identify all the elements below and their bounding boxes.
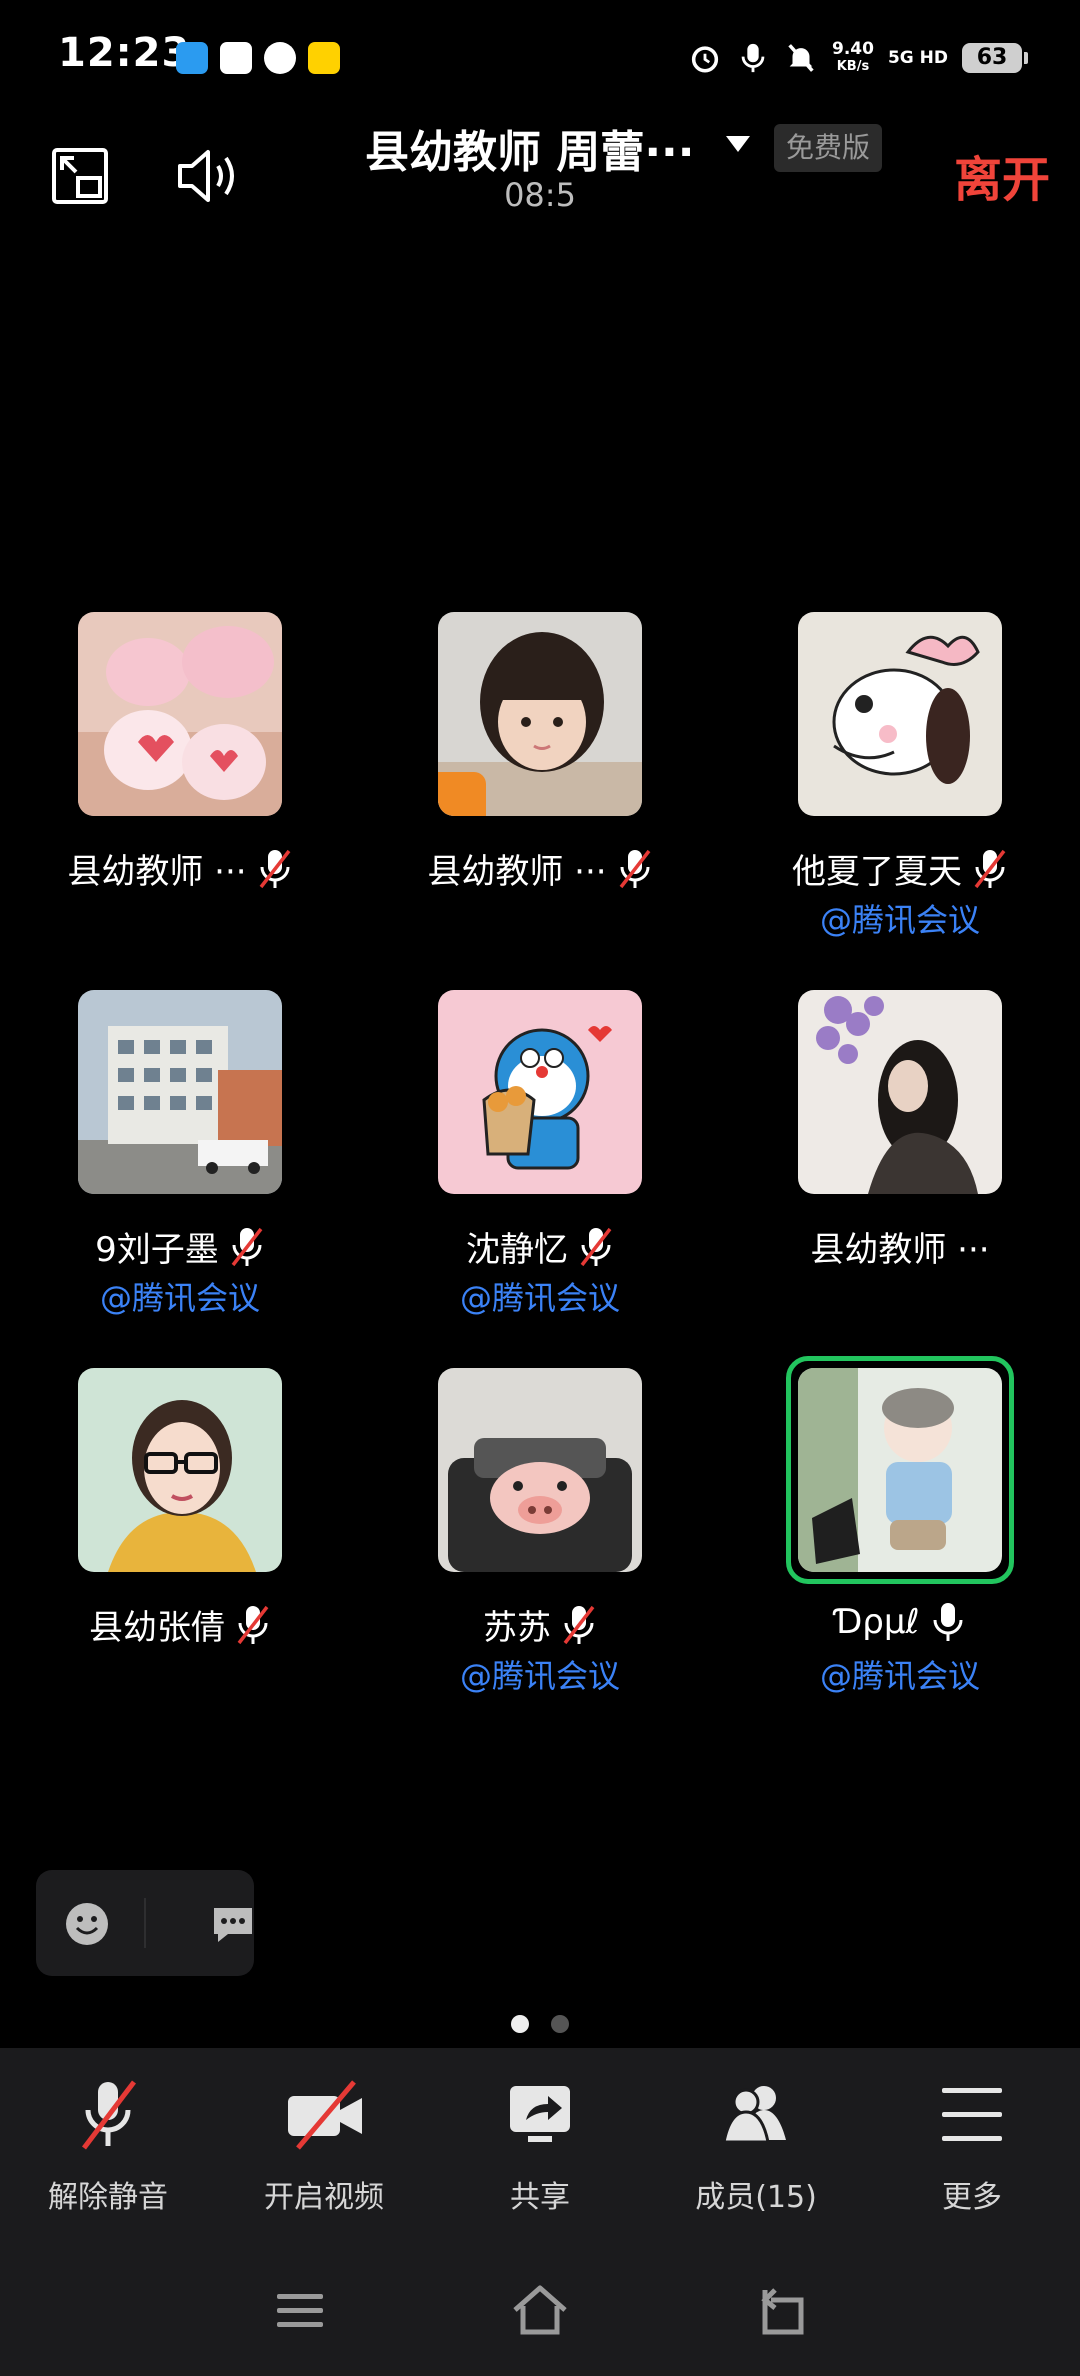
participant-name: 县幼教师 ··· <box>427 852 607 892</box>
meeting-header: 县幼教师 周蕾··· 免费版 08:5 离开 <box>0 116 1080 236</box>
name-row: Ɗρµℓ <box>720 1600 1080 1644</box>
net-speed-unit: KB/s <box>836 59 870 74</box>
avatar <box>78 990 282 1194</box>
name-row: 县幼教师 ··· <box>360 844 720 893</box>
meeting-timer: 08:5 <box>504 176 576 214</box>
participant-source: @腾讯会议 <box>459 1279 620 1317</box>
page-indicator <box>0 2015 1080 2033</box>
plan-badge: 免费版 <box>774 124 883 172</box>
name-row: 沈静忆 <box>360 1222 720 1271</box>
home-icon[interactable] <box>505 2276 575 2346</box>
name-row: 苏苏 <box>360 1600 720 1649</box>
status-indicators: 9.40 KB/s 5G HD 63 <box>688 36 1028 80</box>
mic-muted-icon <box>259 849 290 888</box>
battery-icon: 63 <box>962 43 1028 73</box>
more-button[interactable]: 更多 <box>864 2048 1080 2248</box>
back-icon[interactable] <box>745 2276 815 2346</box>
mic-on-icon <box>933 1603 963 1641</box>
participant-name: 苏苏 <box>483 1608 551 1648</box>
participant-source: @腾讯会议 <box>819 901 980 939</box>
mute-notifications-icon <box>788 44 814 72</box>
start-video-label: 开启视频 <box>264 2180 384 2215</box>
participant-tile[interactable]: 县幼教师 ··· <box>0 612 360 972</box>
participant-tile[interactable]: 沈静忆 @腾讯会议 <box>360 990 720 1350</box>
participant-tile[interactable]: 苏苏 @腾讯会议 <box>360 1368 720 1728</box>
meeting-toolbar: 解除静音 开启视频 共享 成员(15) 更多 <box>0 2048 1080 2248</box>
system-nav-bar <box>0 2248 1080 2376</box>
menu-icon <box>942 2088 1002 2141</box>
mic-muted-icon <box>974 849 1006 888</box>
leave-button[interactable]: 离开 <box>954 140 1050 210</box>
participant-name: 沈静忆 <box>466 1230 568 1270</box>
meeting-title[interactable]: 县幼教师 周蕾··· <box>365 116 694 180</box>
avatar <box>798 612 1002 816</box>
net-speed: 9.40 KB/s <box>832 41 874 75</box>
status-bar: 12:23 9.40 KB/s 5G HD 63 <box>0 0 1080 116</box>
name-row: 县幼教师 ··· <box>720 1222 1080 1271</box>
unmute-label: 解除静音 <box>48 2180 168 2215</box>
mic-muted-icon <box>231 1227 263 1266</box>
status-time: 12:23 <box>58 30 191 76</box>
participant-name: 县幼张倩 <box>89 1608 225 1648</box>
recent-apps-icon[interactable] <box>265 2276 335 2346</box>
chat-icon[interactable] <box>210 1902 256 1946</box>
mic-muted-icon <box>619 849 650 888</box>
net-speed-value: 9.40 <box>832 39 874 59</box>
participant-source: @腾讯会议 <box>459 1657 620 1695</box>
participant-name: 9刘子墨 <box>95 1230 219 1270</box>
chevron-down-icon[interactable] <box>726 136 750 152</box>
participant-name: Ɗρµℓ <box>834 1602 920 1642</box>
start-video-button[interactable]: 开启视频 <box>216 2048 432 2248</box>
host-badge <box>438 772 486 816</box>
participant-tile[interactable]: 他夏了夏天 @腾讯会议 <box>720 612 1080 972</box>
page-dot-active[interactable] <box>511 2015 529 2033</box>
mic-muted-icon <box>563 1605 595 1644</box>
network-type: 5G HD <box>887 47 948 68</box>
avatar <box>798 1368 1002 1572</box>
share-button[interactable]: 共享 <box>432 2048 648 2248</box>
participant-tile[interactable]: 9刘子墨 @腾讯会议 <box>0 990 360 1350</box>
mic-muted-icon <box>82 2080 136 2150</box>
white-square-app-icon <box>220 42 252 74</box>
members-button[interactable]: 成员(15) <box>648 2048 864 2248</box>
participant-name: 县幼教师 ··· <box>810 1230 990 1270</box>
participant-name: 他夏了夏天 <box>792 852 962 892</box>
avatar <box>438 612 642 816</box>
participant-tile[interactable]: Ɗρµℓ @腾讯会议 <box>720 1356 1080 1728</box>
avatar <box>798 990 1002 1194</box>
participant-tile[interactable]: 县幼教师 ··· <box>720 990 1080 1350</box>
mic-muted-icon <box>580 1227 612 1266</box>
meituan-icon <box>308 42 340 74</box>
members-icon <box>722 2086 786 2144</box>
participant-source: @腾讯会议 <box>819 1657 980 1695</box>
name-row: 他夏了夏天 <box>720 844 1080 893</box>
avatar <box>78 1368 282 1572</box>
unmute-button[interactable]: 解除静音 <box>0 2048 216 2248</box>
alarm-icon <box>691 46 719 73</box>
name-row: 9刘子墨 <box>0 1222 360 1271</box>
members-label: 成员(15) <box>695 2180 817 2215</box>
mic-muted-icon <box>237 1605 269 1644</box>
more-label: 更多 <box>942 2180 1002 2215</box>
camera-off-icon <box>288 2080 362 2150</box>
emoji-icon[interactable] <box>64 1901 110 1947</box>
avatar <box>78 612 282 816</box>
participant-tile[interactable]: 县幼张倩 <box>0 1368 360 1728</box>
share-label: 共享 <box>510 2180 570 2215</box>
share-screen-icon <box>510 2086 570 2142</box>
divider <box>144 1898 146 1948</box>
qq-icon <box>176 42 208 74</box>
page-dot[interactable] <box>551 2015 569 2033</box>
name-row: 县幼教师 ··· <box>0 844 360 893</box>
reaction-bar <box>36 1870 254 1976</box>
participant-source: @腾讯会议 <box>99 1279 260 1317</box>
participant-name: 县幼教师 ··· <box>67 852 247 892</box>
name-row: 县幼张倩 <box>0 1600 360 1649</box>
avatar <box>438 990 642 1194</box>
browser-icon <box>264 42 296 74</box>
avatar <box>438 1368 642 1572</box>
mic-status-icon <box>741 43 765 73</box>
participant-tile[interactable]: 县幼教师 ··· <box>360 612 720 972</box>
